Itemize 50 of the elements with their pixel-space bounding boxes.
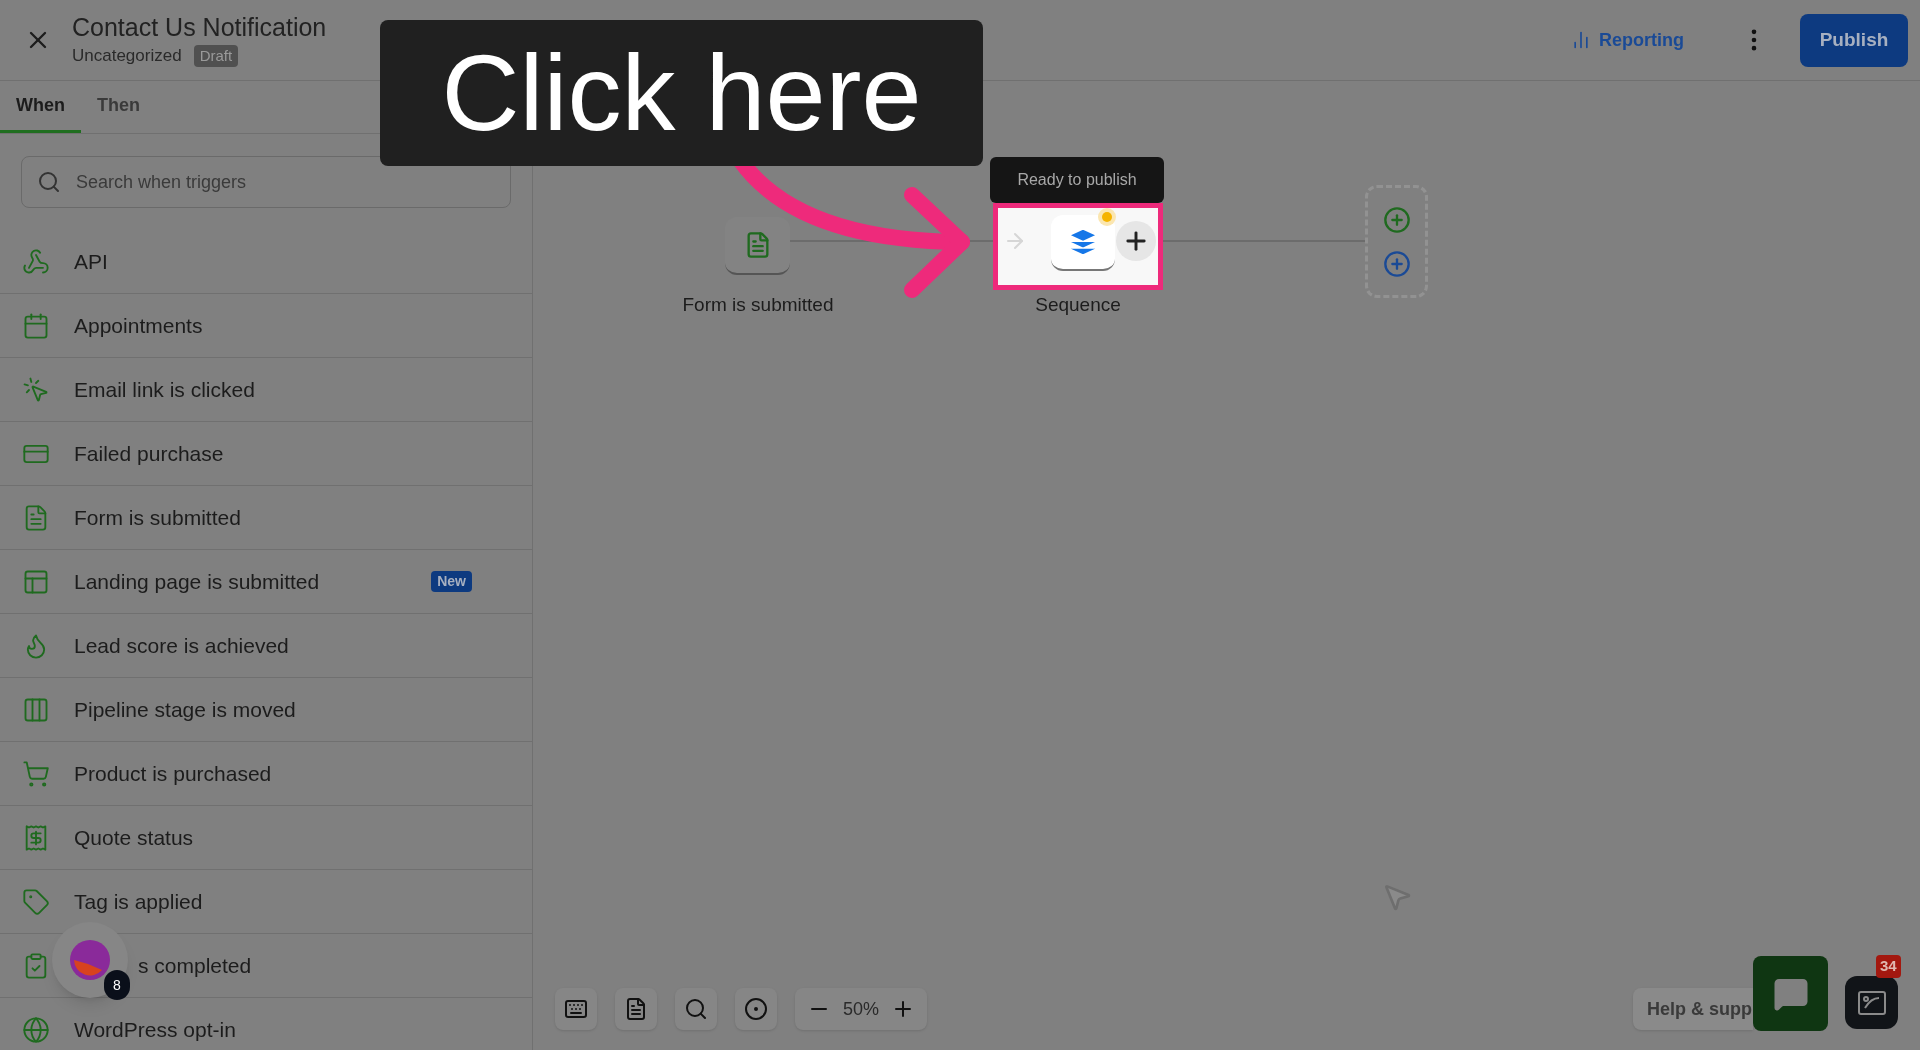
help-button[interactable]: Help & supp (1633, 988, 1753, 1030)
document-icon (624, 997, 648, 1021)
keyboard-icon (564, 997, 588, 1021)
keyboard-button[interactable] (555, 988, 597, 1030)
trigger-item[interactable]: Appointments (74, 309, 203, 342)
trigger-item[interactable]: API (74, 245, 108, 278)
tag-icon (22, 887, 50, 916)
trigger-item[interactable]: s completed (138, 949, 252, 982)
notification-badge: 34 (1876, 955, 1901, 978)
trigger-item[interactable]: Landing page is submitted (74, 565, 320, 598)
callout-text: Click here (441, 39, 922, 147)
search-icon (37, 170, 61, 194)
cursor-click-icon (22, 375, 50, 404)
new-badge: New (431, 571, 472, 592)
bar-chart-icon (1571, 30, 1591, 50)
logo-icon (68, 938, 112, 982)
search-button[interactable] (675, 988, 717, 1030)
sequence-node[interactable] (1051, 215, 1115, 271)
node-label: Sequence (1035, 293, 1121, 317)
trigger-item[interactable]: Failed purchase (74, 437, 224, 470)
trigger-item[interactable]: Lead score is achieved (74, 629, 289, 662)
trigger-item[interactable]: Form is submitted (74, 501, 241, 534)
trigger-tab[interactable]: When (0, 81, 81, 133)
status-badge: Draft (193, 44, 239, 68)
search-icon (684, 997, 708, 1021)
trigger-item[interactable]: Tag is applied (74, 885, 203, 918)
calendar-icon (22, 311, 50, 340)
apps-button[interactable] (1845, 976, 1898, 1029)
chat-button[interactable] (1753, 956, 1828, 1031)
page-title: Contact Us Notification (72, 12, 327, 44)
api-icon (22, 247, 50, 276)
search-field[interactable]: Search when triggers (21, 156, 511, 208)
trigger-item[interactable]: WordPress opt-in (74, 1013, 236, 1046)
trigger-tab[interactable]: Then (81, 81, 156, 133)
node-label: Form is submitted (682, 293, 834, 317)
strategy-board-icon (1856, 989, 1887, 1016)
publish-button[interactable]: Publish (1800, 13, 1908, 67)
trigger-item[interactable]: Email link is clicked (74, 373, 255, 406)
notes-button[interactable] (615, 988, 657, 1030)
target-icon (744, 997, 768, 1021)
trigger-item[interactable]: Quote status (74, 821, 194, 854)
trigger-item[interactable]: Product is purchased (74, 757, 272, 790)
cart-icon (22, 759, 50, 788)
count-badge: 8 (104, 970, 130, 1000)
zoom-reading: 50% (843, 997, 880, 1021)
globe-icon (22, 1015, 50, 1044)
category-label: Uncategorized (72, 45, 182, 68)
trigger-item[interactable]: Pipeline stage is moved (74, 693, 296, 726)
tooltip: Ready to publish (990, 157, 1164, 203)
focus-button[interactable] (735, 988, 777, 1030)
